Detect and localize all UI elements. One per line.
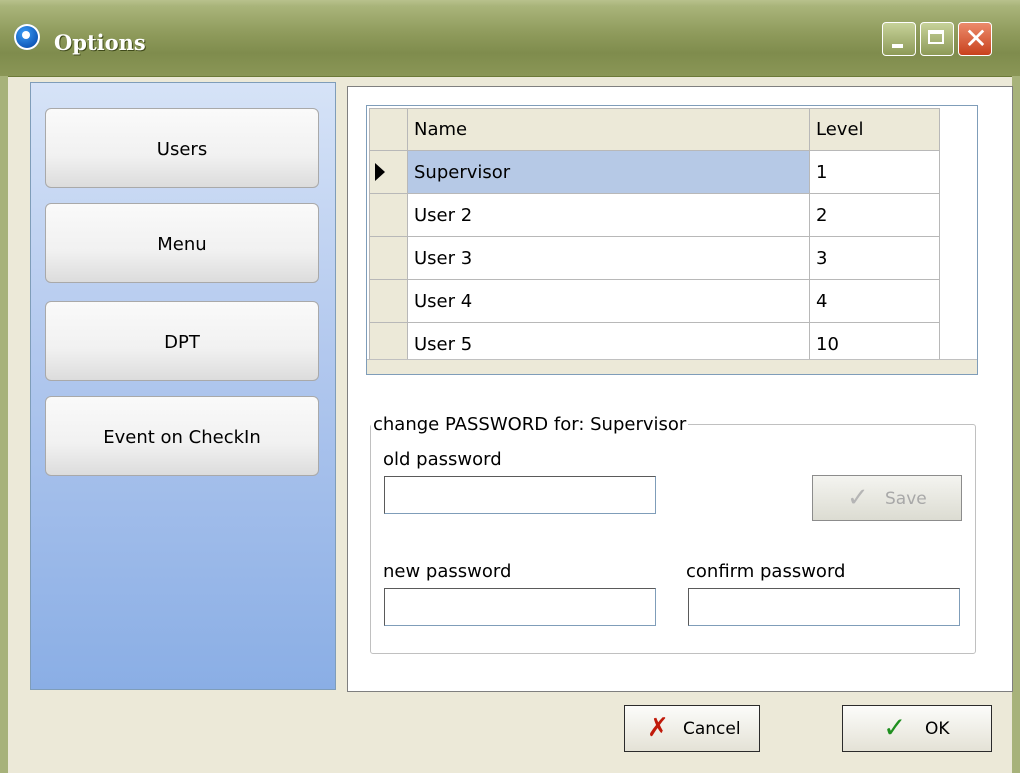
table-row[interactable]: User 3 3 (369, 236, 940, 280)
table-header-row: Name Level (369, 108, 940, 151)
cancel-button[interactable]: ✗ Cancel (624, 705, 760, 752)
sidebar-item-dpt[interactable]: DPT (45, 301, 319, 381)
cell-name[interactable]: User 2 (407, 193, 810, 237)
table-row[interactable]: Supervisor 1 (369, 150, 940, 194)
sidebar-item-menu[interactable]: Menu (45, 203, 319, 283)
cell-name[interactable]: User 3 (407, 236, 810, 280)
minimize-button[interactable] (882, 22, 916, 56)
users-grid[interactable]: Name Level Supervisor 1 User 2 2 User 3 … (366, 105, 978, 375)
row-header-corner (369, 108, 408, 151)
column-header-name[interactable]: Name (407, 108, 810, 151)
column-header-level[interactable]: Level (809, 108, 940, 151)
change-password-legend: change PASSWORD for: Supervisor (373, 414, 687, 435)
confirm-password-field[interactable] (688, 588, 960, 626)
x-icon: ✗ (647, 713, 669, 743)
cancel-button-label: Cancel (683, 719, 741, 739)
new-password-field[interactable] (384, 588, 656, 626)
sidebar-item-label: Users (156, 139, 208, 160)
close-icon: ✕ (964, 22, 988, 55)
old-password-field[interactable] (384, 476, 656, 514)
maximize-icon (928, 30, 944, 44)
new-password-label: new password (383, 561, 512, 582)
cell-level[interactable]: 4 (809, 279, 940, 323)
sidebar-item-label: DPT (164, 332, 200, 353)
cell-level[interactable]: 3 (809, 236, 940, 280)
ok-button-label: OK (925, 719, 950, 739)
sidebar-item-event-on-checkin[interactable]: Event on CheckIn (45, 396, 319, 476)
minimize-icon (892, 44, 903, 48)
sidebar-item-label: Event on CheckIn (103, 427, 261, 448)
cell-name[interactable]: User 4 (407, 279, 810, 323)
close-button[interactable]: ✕ (958, 22, 992, 56)
window-frame-left (0, 76, 8, 773)
window-frame-right (1012, 76, 1020, 773)
row-selector[interactable] (369, 279, 408, 323)
cell-level[interactable]: 2 (809, 193, 940, 237)
row-selector[interactable] (369, 193, 408, 237)
title-bar[interactable]: Options ✕ (0, 0, 1020, 77)
row-selector[interactable] (369, 150, 408, 194)
sidebar-item-label: Menu (157, 234, 207, 255)
app-logo-icon (14, 24, 40, 50)
cell-name[interactable]: Supervisor (407, 150, 810, 194)
table-row[interactable]: User 2 2 (369, 193, 940, 237)
ok-button[interactable]: ✓ OK (842, 705, 992, 752)
checkmark-icon: ✓ (883, 711, 907, 744)
confirm-password-label: confirm password (686, 561, 846, 582)
sidebar-item-users[interactable]: Users (45, 108, 319, 188)
grid-scroll-area (367, 359, 977, 374)
options-window: Options ✕ Users Menu DPT Event on CheckI… (0, 0, 1020, 773)
checkmark-icon: ✓ (847, 483, 869, 513)
users-table: Name Level Supervisor 1 User 2 2 User 3 … (369, 108, 940, 366)
row-selector[interactable] (369, 236, 408, 280)
save-button[interactable]: ✓ Save (812, 475, 962, 521)
cell-level[interactable]: 1 (809, 150, 940, 194)
table-row[interactable]: User 4 4 (369, 279, 940, 323)
maximize-button[interactable] (920, 22, 954, 56)
window-title: Options (54, 30, 146, 55)
old-password-label: old password (383, 449, 502, 470)
save-button-label: Save (885, 489, 927, 509)
current-row-arrow-icon (375, 163, 385, 181)
